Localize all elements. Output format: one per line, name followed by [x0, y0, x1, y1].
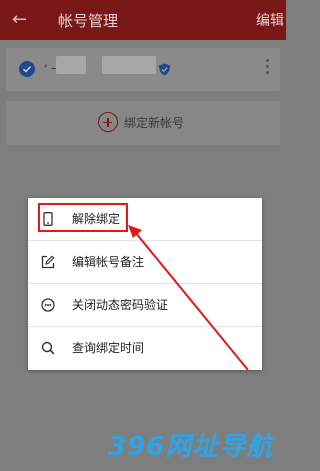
watermark-text: 396网址导航: [108, 432, 274, 462]
annotation-arrow: [128, 225, 249, 371]
